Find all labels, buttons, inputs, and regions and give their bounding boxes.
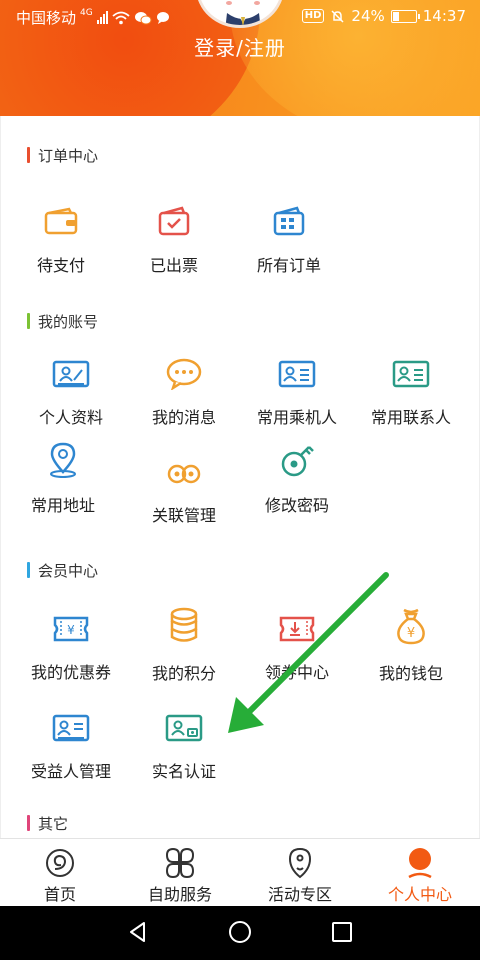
wallet-pending-payment-button[interactable]: 待支付: [1, 206, 121, 286]
item-label: 受益人管理: [30, 762, 111, 781]
my-points-button[interactable]: 我的积分: [124, 606, 244, 686]
passenger-card-icon: [278, 360, 316, 388]
self-service-icon: [165, 847, 195, 879]
bottom-tab-bar: 首页 自助服务 活动专区 个人中心: [0, 838, 480, 906]
coupon-center-button[interactable]: 领券中心: [237, 613, 357, 693]
personal-profile-button[interactable]: 个人资料: [11, 358, 131, 438]
activity-icon: [288, 847, 312, 879]
beneficiary-management-button[interactable]: 受益人管理: [11, 712, 131, 792]
section-title-account: 我的账号: [27, 312, 99, 331]
item-label: 关联管理: [151, 506, 216, 525]
location-pin-icon: [50, 442, 76, 478]
item-label: 实名认证: [151, 762, 216, 781]
item-label: 我的钱包: [378, 664, 443, 683]
my-wallet-button[interactable]: ¥ 我的钱包: [351, 606, 471, 686]
tab-home[interactable]: 首页: [0, 839, 120, 907]
item-label: 我的消息: [151, 408, 216, 427]
hd-badge: HD: [301, 9, 325, 23]
section-title-text: 会员中心: [38, 561, 99, 580]
key-icon: [281, 446, 314, 477]
section-title-member: 会员中心: [27, 561, 99, 580]
wifi-icon: [112, 11, 130, 24]
status-bar: 中国移动 4G HD 24% 14:37: [0, 0, 480, 32]
link-management-button[interactable]: 关联管理: [124, 456, 244, 536]
svg-text:¥: ¥: [407, 626, 415, 641]
item-label: 领券中心: [264, 663, 329, 682]
section-accent-bar: [27, 815, 30, 831]
network-type: 4G: [80, 7, 93, 18]
profile-content: 订单中心 待支付 已出票 所有订单 我的账号 个人资料 我的消息 常用乘机人 常…: [0, 116, 480, 838]
mute-bell-icon: [331, 9, 344, 23]
tab-activities[interactable]: 活动专区: [240, 839, 360, 907]
section-accent-bar: [27, 313, 30, 329]
carrier-label: 中国移动: [16, 9, 77, 27]
profile-card-icon: [52, 360, 90, 388]
item-label: 修改密码: [264, 496, 329, 515]
coupon-download-icon: [279, 616, 315, 642]
link-rings-icon: [167, 464, 201, 484]
frequent-addresses-button[interactable]: 常用地址: [3, 442, 123, 526]
recents-square-icon[interactable]: [330, 920, 354, 944]
all-orders-button[interactable]: 所有订单: [229, 206, 349, 286]
id-verify-icon: [165, 714, 203, 742]
item-label: 所有订单: [256, 256, 321, 275]
signal-icon: [96, 11, 108, 24]
item-label: 常用地址: [30, 496, 95, 515]
points-coins-icon: [170, 607, 198, 642]
profile-icon: [408, 848, 432, 879]
ticket-check-icon: [158, 206, 190, 236]
frequent-passengers-button[interactable]: 常用乘机人: [237, 358, 357, 438]
section-title-text: 订单中心: [38, 146, 99, 165]
real-name-verification-button[interactable]: 实名认证: [124, 712, 244, 792]
home-icon: [46, 849, 74, 877]
my-messages-button[interactable]: 我的消息: [124, 358, 244, 438]
coupon-icon: ¥: [53, 616, 89, 642]
my-coupons-button[interactable]: ¥ 我的优惠券: [11, 613, 131, 693]
section-title-text: 其它: [38, 814, 69, 833]
contact-card-icon: [392, 360, 430, 388]
svg-text:¥: ¥: [67, 623, 75, 637]
battery-icon: [390, 9, 420, 23]
item-label: 个人资料: [38, 408, 103, 427]
item-label: 我的积分: [151, 664, 216, 683]
battery-percent: 24%: [351, 7, 385, 25]
issued-tickets-button[interactable]: 已出票: [114, 206, 234, 286]
tab-label: 个人中心: [387, 885, 452, 904]
tab-label: 活动专区: [267, 885, 332, 904]
section-title-orders: 订单中心: [27, 146, 99, 165]
message-icon: [156, 11, 169, 24]
profile-header: 中国移动 4G HD 24% 14:37 登录/注册: [0, 0, 480, 116]
back-icon[interactable]: [126, 920, 150, 944]
clock: 14:37: [422, 7, 466, 25]
home-circle-icon[interactable]: [228, 920, 252, 944]
item-label: 我的优惠券: [30, 663, 111, 682]
message-bubble-icon: [166, 358, 202, 390]
tab-label: 首页: [43, 885, 76, 904]
tab-personal-center[interactable]: 个人中心: [360, 839, 480, 907]
section-title-other: 其它: [27, 814, 69, 833]
wallet-icon: [44, 207, 78, 235]
tab-self-service[interactable]: 自助服务: [120, 839, 240, 907]
beneficiary-card-icon: [52, 714, 90, 742]
money-bag-icon: ¥: [397, 608, 425, 645]
tab-label: 自助服务: [147, 885, 212, 904]
section-accent-bar: [27, 147, 30, 163]
change-password-button[interactable]: 修改密码: [237, 446, 357, 526]
frequent-contacts-button[interactable]: 常用联系人: [351, 358, 471, 438]
wechat-icon: [134, 11, 152, 24]
item-label: 常用乘机人: [256, 408, 337, 427]
order-list-icon: [273, 206, 305, 236]
item-label: 常用联系人: [370, 408, 451, 427]
section-title-text: 我的账号: [38, 312, 99, 331]
login-register-link[interactable]: 登录/注册: [0, 32, 480, 61]
section-accent-bar: [27, 562, 30, 578]
item-label: 待支付: [36, 256, 85, 275]
system-navigation-bar: [0, 906, 480, 960]
item-label: 已出票: [149, 256, 198, 275]
